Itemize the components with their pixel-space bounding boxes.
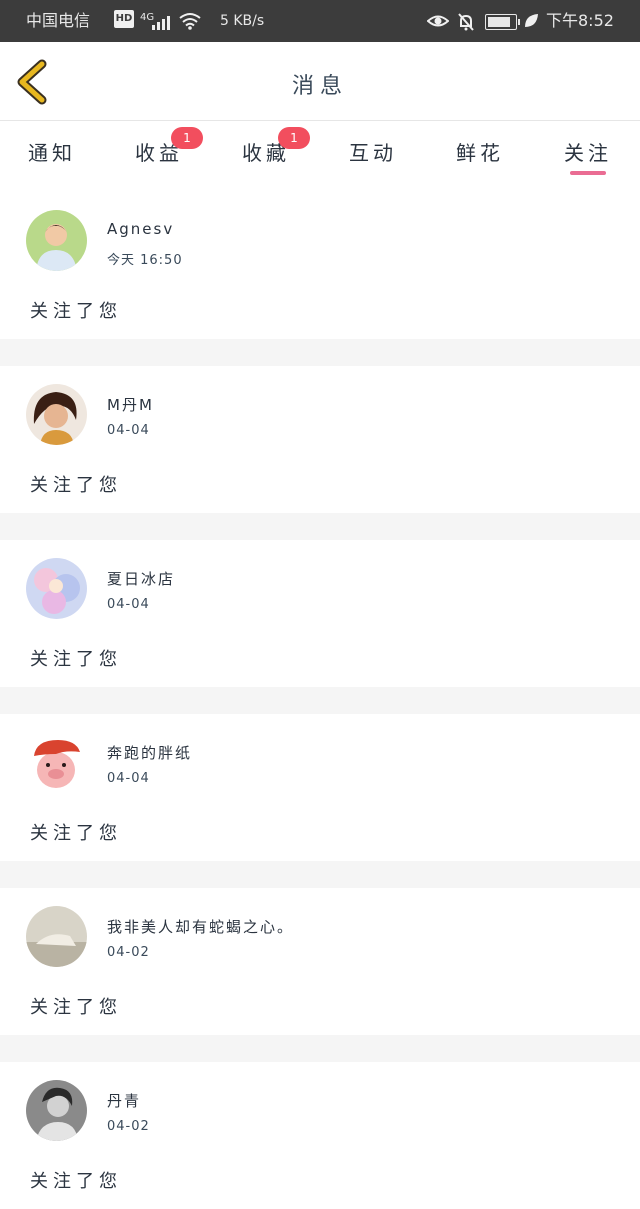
message-time: 04-04 [107,423,150,438]
leaf-icon [525,14,538,27]
avatar[interactable] [26,906,87,967]
tab-follows[interactable]: 关注 [548,137,628,177]
page-title: 消息 [291,74,348,99]
divider [0,687,640,714]
message-text: 关注了您 [30,649,122,670]
tab-label: 通知 [28,141,76,165]
tab-bar: 通知 收益 1 收藏 1 互动 鲜花 关注 [0,121,640,181]
eye-comfort-icon [427,15,449,27]
avatar[interactable] [26,732,87,793]
avatar[interactable] [26,210,87,271]
user-name: M丹M [107,396,154,414]
message-text: 关注了您 [30,475,122,496]
tab-favorites[interactable]: 收藏 1 [226,127,310,177]
divider [0,339,640,366]
list-item[interactable]: 丹青 04-02 关注了您 [0,1062,640,1209]
message-list: Agnesv 今天 16:50 关注了您 M丹M 04-04 关注了您 夏日冰店… [0,192,640,1209]
message-time: 04-02 [107,1119,150,1134]
message-time: 04-04 [107,597,150,612]
user-name: 奔跑的胖纸 [107,744,193,762]
message-text: 关注了您 [30,823,122,844]
tab-label: 关注 [564,141,612,165]
active-tab-indicator [570,171,606,175]
mute-bell-icon [458,13,474,31]
list-item[interactable]: 我非美人却有蛇蝎之心。 04-02 关注了您 [0,888,640,1035]
unread-badge: 1 [278,127,310,149]
user-name: 我非美人却有蛇蝎之心。 [107,918,295,936]
status-bar: 中国电信 HD 4G 5 KB/s 下午8:52 [0,0,640,42]
avatar[interactable] [26,384,87,445]
network-speed: 5 KB/s [220,13,265,29]
avatar[interactable] [26,558,87,619]
wifi-icon [179,13,201,30]
tab-label: 鲜花 [456,141,504,165]
avatar[interactable] [26,1080,87,1141]
message-text: 关注了您 [30,997,122,1018]
user-name: Agnesv [107,220,175,238]
tab-interactions[interactable]: 互动 [333,137,413,177]
unread-badge: 1 [171,127,203,149]
list-item[interactable]: M丹M 04-04 关注了您 [0,366,640,513]
carrier-label: 中国电信 [26,11,91,30]
divider [0,861,640,888]
message-time: 04-02 [107,945,150,960]
divider [0,1035,640,1062]
user-name: 夏日冰店 [107,570,176,588]
list-item[interactable]: Agnesv 今天 16:50 关注了您 [0,192,640,339]
clock: 下午8:52 [546,11,614,30]
user-name: 丹青 [107,1092,142,1110]
message-text: 关注了您 [30,1171,122,1192]
message-time: 今天 16:50 [107,253,183,268]
list-item[interactable]: 奔跑的胖纸 04-04 关注了您 [0,714,640,861]
divider [0,513,640,540]
tab-label: 互动 [349,141,397,165]
message-text: 关注了您 [30,301,122,322]
message-time: 04-04 [107,771,150,786]
app-header: 消息 [0,42,640,121]
tab-earnings[interactable]: 收益 1 [119,127,203,177]
tab-notifications[interactable]: 通知 [12,137,92,177]
hd-badge: HD [114,10,134,28]
signal-icon [152,14,172,30]
list-item[interactable]: 夏日冰店 04-04 关注了您 [0,540,640,687]
tab-flowers[interactable]: 鲜花 [440,137,520,177]
battery-icon [485,14,520,30]
